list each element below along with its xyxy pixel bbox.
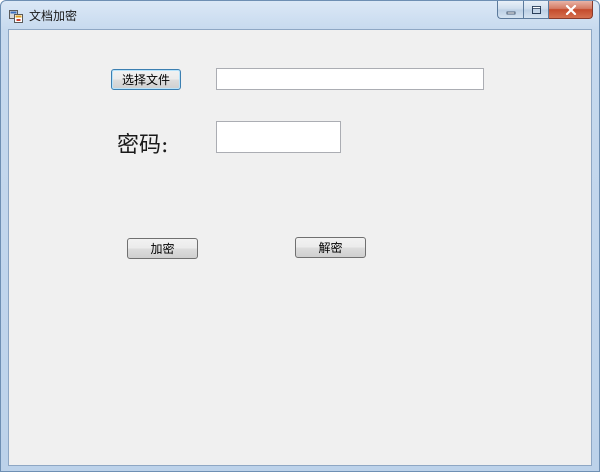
minimize-button[interactable] (497, 1, 523, 19)
password-input[interactable] (216, 121, 341, 153)
window-controls (497, 1, 593, 20)
decrypt-button[interactable]: 解密 (295, 237, 366, 258)
title-bar[interactable]: 文档加密 (1, 1, 599, 29)
form-client-area: 选择文件 密码: 加密 解密 (8, 29, 592, 466)
app-window: 文档加密 选择文件 密码: 加密 解密 (0, 0, 600, 472)
select-file-button[interactable]: 选择文件 (111, 69, 181, 90)
close-icon (565, 1, 577, 19)
minimize-icon (506, 1, 516, 19)
file-path-input[interactable] (216, 68, 484, 90)
password-label: 密码: (117, 133, 169, 158)
maximize-icon (531, 1, 542, 19)
app-window-icon (9, 8, 23, 23)
encrypt-button[interactable]: 加密 (127, 238, 198, 259)
maximize-button[interactable] (523, 1, 549, 19)
close-button[interactable] (549, 1, 593, 19)
window-title: 文档加密 (29, 9, 78, 23)
